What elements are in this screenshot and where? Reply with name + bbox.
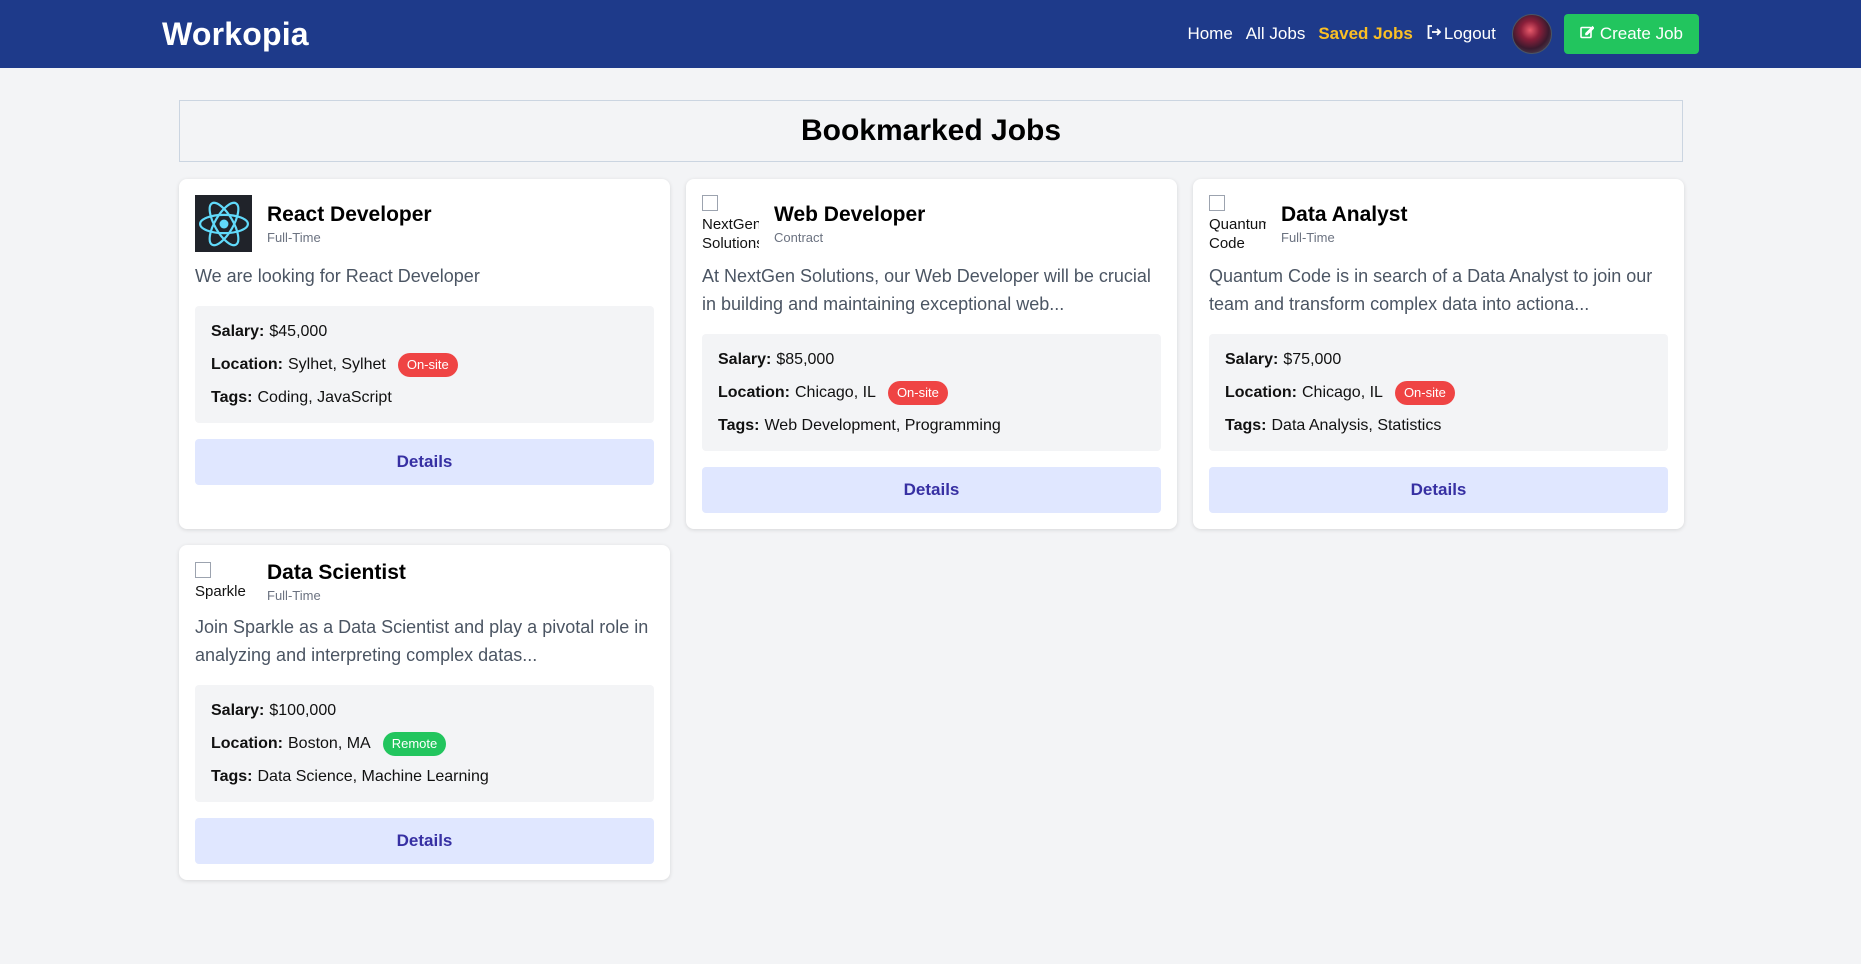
tags-row: Tags: Data Science, Machine Learning <box>211 766 638 788</box>
nav-saved-jobs-link[interactable]: Saved Jobs <box>1318 24 1413 44</box>
location-value: Sylhet, Sylhet <box>288 356 386 373</box>
user-avatar[interactable] <box>1511 14 1552 54</box>
salary-row: Salary: $100,000 <box>211 700 638 722</box>
job-heading: Data Scientist Full-Time <box>267 561 406 603</box>
job-info-box: Salary: $100,000 Location: Boston, MA Re… <box>195 685 654 802</box>
job-description: Quantum Code is in search of a Data Anal… <box>1209 266 1653 314</box>
edit-icon <box>1580 24 1600 44</box>
react-logo-icon <box>195 195 252 252</box>
tags-label: Tags: <box>211 389 253 406</box>
job-grid: React Developer Full-Time We are looking… <box>179 179 1684 880</box>
create-job-button[interactable]: Create Job <box>1563 14 1699 54</box>
tags-row: Tags: Coding, JavaScript <box>211 387 638 409</box>
tags-value: Web Development, Programming <box>764 417 1001 434</box>
job-card-header: Sparkle Data Scientist Full-Time <box>195 561 654 603</box>
job-info-box: Salary: $45,000 Location: Sylhet, Sylhet… <box>195 306 654 423</box>
main-content: Bookmarked Jobs React Developer Full-Tim… <box>0 68 1861 880</box>
location-label: Location: <box>211 735 283 752</box>
details-button[interactable]: Details <box>702 467 1161 513</box>
job-card-header: NextGen Solutions Web Developer Contract <box>702 195 1161 253</box>
logout-link[interactable]: Logout <box>1426 24 1496 45</box>
salary-label: Salary: <box>211 323 265 340</box>
brand-logo[interactable]: Workopia <box>162 16 309 53</box>
job-info-box: Salary: $85,000 Location: Chicago, IL On… <box>702 334 1161 451</box>
salary-label: Salary: <box>211 702 265 719</box>
location-row: Location: Chicago, IL On-site <box>1225 381 1652 405</box>
salary-value: $45,000 <box>269 323 328 340</box>
location-row: Location: Chicago, IL On-site <box>718 381 1145 405</box>
work-mode-badge: On-site <box>887 381 948 405</box>
job-heading: Data Analyst Full-Time <box>1281 203 1407 245</box>
job-card: React Developer Full-Time We are looking… <box>179 179 670 529</box>
job-card: Quantum Code Data Analyst Full-Time Quan… <box>1193 179 1684 529</box>
nav-all-jobs-link[interactable]: All Jobs <box>1246 24 1306 44</box>
job-title: React Developer <box>267 202 432 226</box>
tags-value: Data Analysis, Statistics <box>1271 417 1442 434</box>
tags-value: Data Science, Machine Learning <box>257 768 489 785</box>
job-description: Join Sparkle as a Data Scientist and pla… <box>195 617 649 665</box>
details-button[interactable]: Details <box>1209 467 1668 513</box>
location-row: Location: Boston, MA Remote <box>211 732 638 756</box>
logout-icon <box>1426 24 1444 45</box>
salary-row: Salary: $75,000 <box>1225 349 1652 371</box>
job-description: We are looking for React Developer <box>195 266 480 286</box>
location-value: Chicago, IL <box>795 384 876 401</box>
work-mode-badge: On-site <box>397 353 458 377</box>
location-value: Boston, MA <box>288 735 371 752</box>
top-navbar: Workopia Home All Jobs Saved Jobs Logout… <box>0 0 1861 68</box>
location-row: Location: Sylhet, Sylhet On-site <box>211 353 638 377</box>
job-type: Full-Time <box>267 588 321 603</box>
tags-row: Tags: Web Development, Programming <box>718 415 1145 437</box>
page-title-box: Bookmarked Jobs <box>179 100 1683 162</box>
logout-label: Logout <box>1443 24 1496 43</box>
location-label: Location: <box>1225 384 1297 401</box>
tags-value: Coding, JavaScript <box>257 389 392 406</box>
location-label: Location: <box>718 384 790 401</box>
page-title: Bookmarked Jobs <box>800 114 1062 147</box>
job-title: Data Scientist <box>267 561 406 584</box>
job-title: Data Analyst <box>1281 202 1408 226</box>
salary-row: Salary: $85,000 <box>718 349 1145 371</box>
salary-label: Salary: <box>1225 351 1279 368</box>
job-card-header: Quantum Code Data Analyst Full-Time <box>1209 195 1668 253</box>
location-value: Chicago, IL <box>1302 384 1383 401</box>
job-title: Web Developer <box>774 202 926 226</box>
job-type: Full-Time <box>1281 229 1335 245</box>
salary-value: $85,000 <box>776 351 835 368</box>
nav-home-link[interactable]: Home <box>1187 24 1232 44</box>
salary-value: $100,000 <box>269 702 337 719</box>
work-mode-badge: Remote <box>382 732 447 756</box>
job-card: Sparkle Data Scientist Full-Time Join Sp… <box>179 545 670 880</box>
company-logo-image: NextGen Solutions <box>702 195 759 253</box>
job-type: Contract <box>774 229 824 245</box>
job-card: NextGen Solutions Web Developer Contract… <box>686 179 1177 529</box>
job-type: Full-Time <box>267 229 321 245</box>
job-description: At NextGen Solutions, our Web Developer … <box>702 266 1151 314</box>
tags-label: Tags: <box>1225 417 1267 434</box>
tags-label: Tags: <box>211 768 253 785</box>
work-mode-badge: On-site <box>1394 381 1455 405</box>
main-nav: Home All Jobs Saved Jobs Logout Create J… <box>1174 14 1699 54</box>
job-info-box: Salary: $75,000 Location: Chicago, IL On… <box>1209 334 1668 451</box>
details-button[interactable]: Details <box>195 818 654 864</box>
job-card-header: React Developer Full-Time <box>195 195 654 252</box>
company-logo-image: Quantum Code <box>1209 195 1266 253</box>
tags-row: Tags: Data Analysis, Statistics <box>1225 415 1652 437</box>
company-logo-image: Sparkle <box>195 562 252 602</box>
salary-label: Salary: <box>718 351 772 368</box>
tags-label: Tags: <box>718 417 760 434</box>
job-heading: React Developer Full-Time <box>267 203 432 245</box>
salary-value: $75,000 <box>1283 351 1342 368</box>
location-label: Location: <box>211 356 283 373</box>
details-button[interactable]: Details <box>195 439 654 485</box>
create-job-label: Create Job <box>1599 24 1683 43</box>
salary-row: Salary: $45,000 <box>211 321 638 343</box>
job-heading: Web Developer Contract <box>774 203 925 245</box>
